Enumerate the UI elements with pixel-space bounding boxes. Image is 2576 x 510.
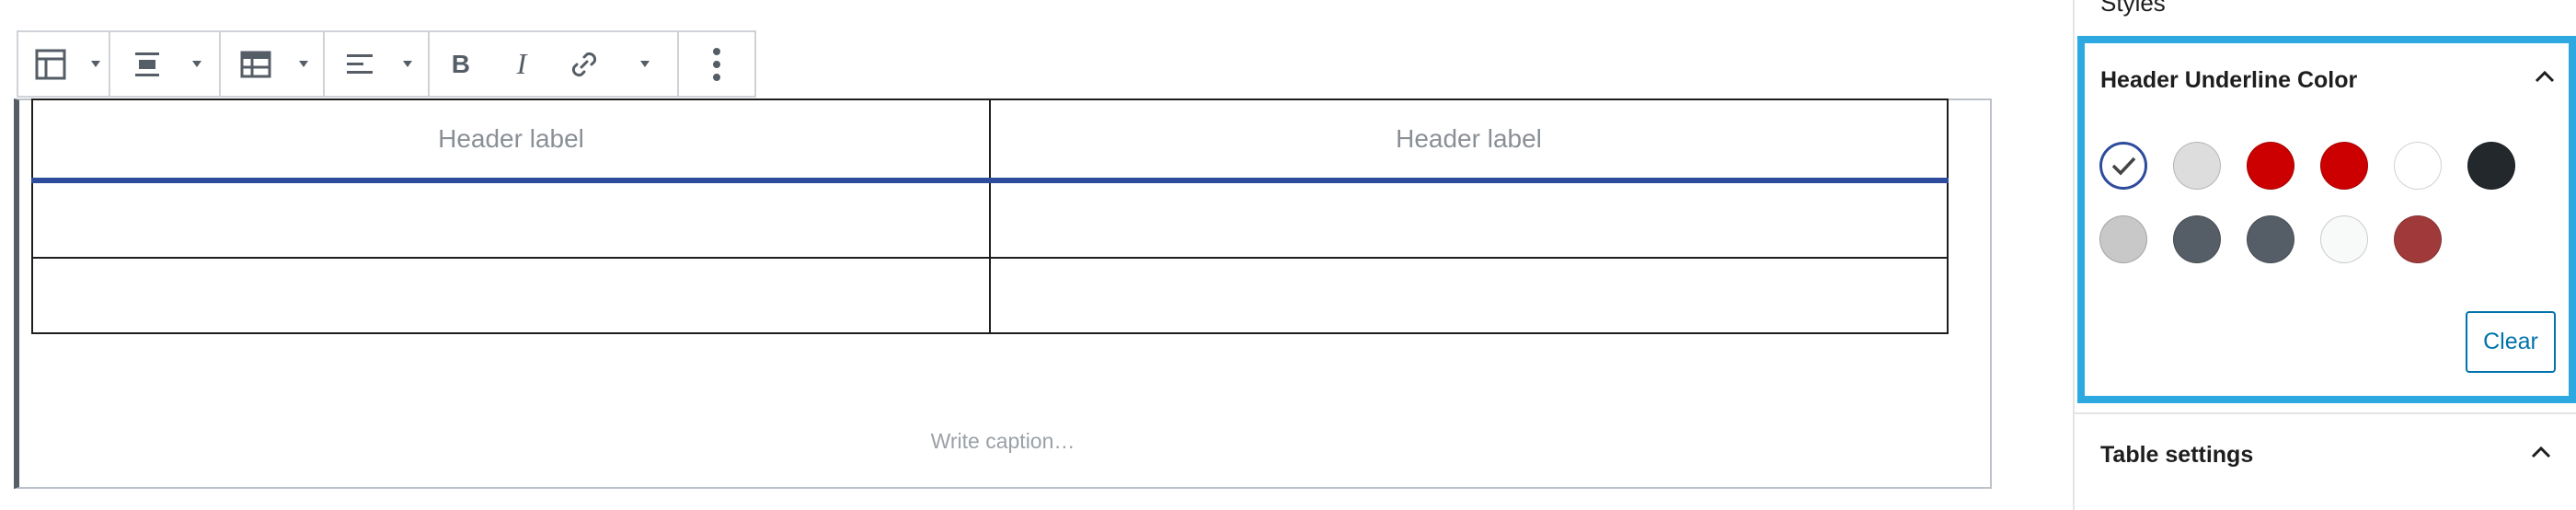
- chevron-down-icon[interactable]: [395, 32, 420, 96]
- table-edit-icon[interactable]: [221, 32, 291, 96]
- table-header-row: Header label Header label: [31, 99, 1949, 183]
- header-underline-color-panel: Header Underline Color Clear: [2077, 36, 2576, 403]
- table-row: [31, 180, 1949, 259]
- color-swatch[interactable]: [2394, 215, 2442, 263]
- check-icon: [2111, 156, 2136, 176]
- color-swatch[interactable]: [2099, 142, 2147, 190]
- table-row: [31, 257, 1949, 334]
- panel-title[interactable]: Header Underline Color: [2100, 67, 2357, 94]
- chevron-down-icon[interactable]: [184, 32, 210, 96]
- table-cell[interactable]: [989, 257, 1949, 334]
- color-swatch[interactable]: [2247, 142, 2294, 190]
- table-cell[interactable]: [31, 257, 991, 334]
- clear-color-button[interactable]: Clear: [2466, 311, 2556, 373]
- more-vertical-icon[interactable]: [679, 32, 754, 96]
- color-swatch[interactable]: [2247, 215, 2294, 263]
- table-header-cell[interactable]: Header label: [31, 99, 991, 183]
- more-rich-text-icon[interactable]: [617, 32, 673, 96]
- table-cell[interactable]: [989, 180, 1949, 259]
- block-options[interactable]: [679, 32, 754, 96]
- link-icon[interactable]: [551, 32, 617, 96]
- data-table: Header label Header label: [31, 99, 1949, 334]
- table-cell[interactable]: [31, 180, 991, 259]
- bold-icon[interactable]: B: [430, 32, 492, 96]
- align-center-icon[interactable]: [110, 32, 184, 96]
- text-align-control[interactable]: [325, 32, 430, 96]
- styles-panel-title: Styles: [2100, 0, 2166, 17]
- table-header-cell[interactable]: Header label: [989, 99, 1949, 183]
- table-block-switcher[interactable]: [18, 32, 110, 96]
- formatting-controls: B I: [430, 32, 680, 96]
- color-swatch[interactable]: [2099, 215, 2147, 263]
- chevron-up-icon[interactable]: [2530, 445, 2552, 464]
- color-swatch[interactable]: [2173, 215, 2221, 263]
- color-swatch[interactable]: [2467, 142, 2515, 190]
- chevron-up-icon[interactable]: [2534, 69, 2556, 88]
- table-icon[interactable]: [18, 32, 84, 96]
- color-swatch[interactable]: [2320, 142, 2368, 190]
- align-left-icon[interactable]: [325, 32, 395, 96]
- panel-separator: [2075, 412, 2576, 414]
- italic-icon[interactable]: I: [492, 32, 551, 96]
- chevron-down-icon[interactable]: [84, 32, 109, 96]
- sidebar-divider: [2073, 0, 2075, 510]
- chevron-down-icon[interactable]: [291, 32, 316, 96]
- color-swatch[interactable]: [2394, 142, 2442, 190]
- block-toolbar: B I: [17, 30, 756, 98]
- alignment-control[interactable]: [110, 32, 221, 96]
- caption-input[interactable]: Write caption…: [14, 429, 1992, 454]
- table-settings-title[interactable]: Table settings: [2100, 442, 2253, 469]
- color-swatch[interactable]: [2173, 142, 2221, 190]
- color-swatch[interactable]: [2320, 215, 2368, 263]
- edit-table-control[interactable]: [221, 32, 326, 96]
